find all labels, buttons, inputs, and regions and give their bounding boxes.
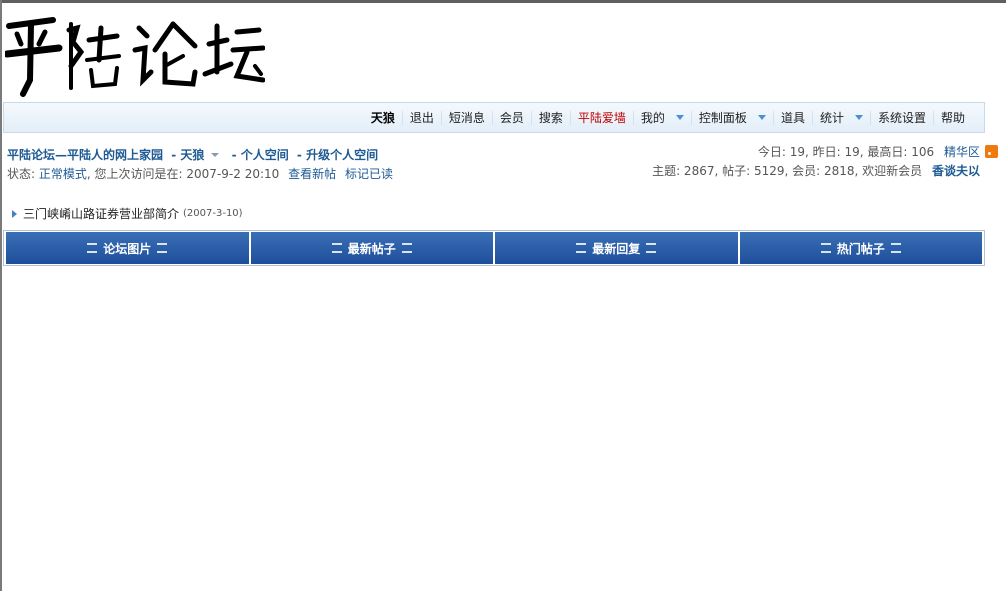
menu-bars-icon <box>157 243 168 253</box>
top-navigation-bar: 天狼 退出 短消息 会员 搜索 平陆爱墙 我的 控制面板 道具 统计 系统设置 … <box>3 102 985 133</box>
view-new-posts-link[interactable]: 查看新帖 <box>288 167 336 181</box>
last-visit-prefix: , 您上次访问是在: <box>86 167 183 181</box>
nav-help[interactable]: 帮助 <box>932 110 972 125</box>
tab-latest-replies-label: 最新回复 <box>592 241 641 256</box>
user-status-line: 状态: 正常模式, 您上次访问是在: 2007-9-2 20:10 查看新帖 标… <box>7 165 393 184</box>
tab-latest-posts[interactable]: 最新帖子 <box>250 232 493 264</box>
caret-down-icon <box>211 153 220 157</box>
total-stats-text: 主题: 2867, 帖子: 5129, 会员: 2818, 欢迎新会员 <box>652 164 923 178</box>
tab-latest-posts-label: 最新帖子 <box>347 241 396 256</box>
announcement: 三门峡崤山路证券营业部简介 (2007-3-10) <box>12 205 243 222</box>
menu-bars-icon <box>820 243 831 253</box>
menu-bars-icon <box>401 243 412 253</box>
window-top-border <box>0 0 1006 3</box>
nav-stats-label: 统计 <box>819 110 844 125</box>
menu-bars-icon <box>576 243 587 253</box>
tab-hot-posts[interactable]: 热门帖子 <box>739 232 982 264</box>
tab-hot-posts-label: 热门帖子 <box>836 241 885 256</box>
nav-messages[interactable]: 短消息 <box>440 110 492 125</box>
menu-bars-icon <box>331 243 342 253</box>
window-left-border <box>0 0 2 591</box>
breadcrumb-space-link[interactable]: - 个人空间 <box>232 148 289 162</box>
breadcrumb-upgrade-link[interactable]: - 升级个人空间 <box>297 148 378 162</box>
nav-love-wall[interactable]: 平陆爱墙 <box>569 110 633 125</box>
nav-search[interactable]: 搜索 <box>530 110 570 125</box>
nav-my-menu[interactable]: 我的 <box>632 110 691 125</box>
chevron-down-icon[interactable] <box>757 115 766 120</box>
forum-stats: 今日: 19, 昨日: 19, 最高日: 106 精华区 主题: 2867, 帖… <box>652 143 998 181</box>
status-mode-link[interactable]: 正常模式 <box>39 167 87 181</box>
nav-logout[interactable]: 退出 <box>401 110 441 125</box>
breadcrumb-forum-link[interactable]: 平陆论坛—平陆人的网上家园 <box>7 148 163 162</box>
forum-logo-calligraphy <box>3 17 266 97</box>
nav-control-panel[interactable]: 控制面板 <box>690 110 773 125</box>
chevron-down-icon[interactable] <box>675 115 684 120</box>
breadcrumb-user-label: - 天狼 <box>171 148 205 162</box>
nav-tools[interactable]: 道具 <box>772 110 812 125</box>
forum-info-left: 平陆论坛—平陆人的网上家园 - 天狼 - 个人空间 - 升级个人空间 状态: 正… <box>7 146 393 184</box>
nav-system-settings[interactable]: 系统设置 <box>869 110 933 125</box>
tab-forum-images-label: 论坛图片 <box>103 241 152 256</box>
breadcrumb-user-link[interactable]: - 天狼 <box>171 148 223 162</box>
chevron-down-icon[interactable] <box>854 115 863 120</box>
last-visit-time: 2007-9-2 20:10 <box>186 167 280 181</box>
nav-members[interactable]: 会员 <box>491 110 531 125</box>
daily-stats-text: 今日: 19, 昨日: 19, 最高日: 106 <box>757 145 935 159</box>
menu-bars-icon <box>646 243 657 253</box>
nav-control-panel-label: 控制面板 <box>698 110 747 125</box>
content-tab-bar: 论坛图片 最新帖子 最新回复 热门帖子 <box>3 230 985 266</box>
announcement-title-link[interactable]: 三门峡崤山路证券营业部简介 <box>23 205 179 222</box>
nav-stats[interactable]: 统计 <box>811 110 870 125</box>
announcement-date: (2007-3-10) <box>183 208 243 219</box>
arrow-right-icon <box>12 209 17 218</box>
newest-member-link[interactable]: 香谈夫以 <box>932 164 980 178</box>
status-label: 状态: <box>7 167 36 181</box>
nav-username[interactable]: 天狼 <box>364 111 402 125</box>
tab-latest-replies[interactable]: 最新回复 <box>495 232 738 264</box>
forum-logo[interactable] <box>3 10 266 98</box>
mark-read-link[interactable]: 标记已读 <box>345 167 393 181</box>
breadcrumb: 平陆论坛—平陆人的网上家园 - 天狼 - 个人空间 - 升级个人空间 <box>7 146 393 165</box>
nav-my-label: 我的 <box>640 110 665 125</box>
menu-bars-icon <box>890 243 901 253</box>
menu-bars-icon <box>87 243 98 253</box>
tab-forum-images[interactable]: 论坛图片 <box>6 232 249 264</box>
rss-icon[interactable] <box>985 145 998 158</box>
digest-area-link[interactable]: 精华区 <box>944 145 980 159</box>
